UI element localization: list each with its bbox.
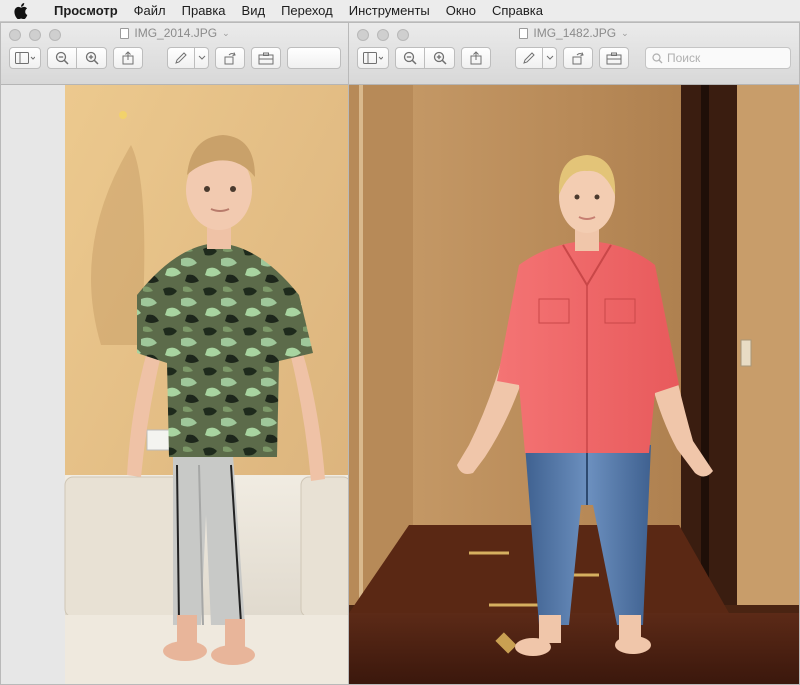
window-title-text: IMG_1482.JPG — [533, 26, 617, 40]
toolbox-icon — [258, 52, 274, 64]
window-title[interactable]: IMG_1482.JPG ⌄ — [349, 26, 799, 40]
markup-icon — [523, 52, 535, 64]
toolbox-button[interactable] — [251, 47, 281, 69]
menu-file[interactable]: Файл — [126, 0, 174, 22]
menu-window[interactable]: Окно — [438, 0, 484, 22]
menu-go[interactable]: Переход — [273, 0, 341, 22]
document-icon — [120, 27, 130, 39]
window-titlebar: IMG_1482.JPG ⌄ Поиск — [349, 23, 799, 85]
rotate-button[interactable] — [563, 47, 593, 69]
window-toolbar — [9, 45, 341, 71]
zoom-in-icon — [433, 51, 447, 65]
toolbox-icon — [606, 52, 622, 64]
chevron-down-icon — [546, 55, 553, 60]
window-titlebar: IMG_2014.JPG ⌄ — [1, 23, 349, 85]
share-button[interactable] — [113, 47, 143, 69]
menu-help[interactable]: Справка — [484, 0, 551, 22]
chevron-down-icon: ⌄ — [222, 27, 230, 38]
rotate-button[interactable] — [215, 47, 245, 69]
image-canvas[interactable] — [1, 85, 349, 684]
image-canvas[interactable] — [349, 85, 799, 684]
window-toolbar: Поиск — [357, 45, 791, 71]
chevron-down-icon — [198, 55, 205, 60]
zoom-out-icon — [403, 51, 417, 65]
menu-view[interactable]: Вид — [234, 0, 274, 22]
toolbar-overflow[interactable] — [287, 47, 341, 69]
menu-bar: Просмотр Файл Правка Вид Переход Инструм… — [0, 0, 800, 22]
zoom-in-icon — [85, 51, 99, 65]
apple-icon[interactable] — [14, 0, 32, 22]
document-icon — [519, 27, 529, 39]
search-icon — [652, 52, 663, 63]
menu-edit[interactable]: Правка — [174, 0, 234, 22]
chevron-down-icon: ⌄ — [621, 27, 629, 38]
markup-menu-button[interactable] — [543, 47, 557, 69]
markup-menu-button[interactable] — [195, 47, 209, 69]
rotate-icon — [572, 52, 584, 65]
sidebar-icon — [363, 52, 383, 64]
rotate-icon — [224, 52, 236, 65]
sidebar-toggle-button[interactable] — [9, 47, 41, 69]
zoom-out-icon — [55, 51, 69, 65]
zoom-in-button[interactable] — [77, 47, 107, 69]
toolbox-button[interactable] — [599, 47, 629, 69]
menu-tools[interactable]: Инструменты — [341, 0, 438, 22]
markup-button[interactable] — [167, 47, 195, 69]
search-field[interactable]: Поиск — [645, 47, 791, 69]
share-icon — [122, 51, 134, 65]
zoom-in-button[interactable] — [425, 47, 455, 69]
photo-woman — [349, 85, 799, 684]
photo-boy — [1, 85, 349, 684]
sidebar-toggle-button[interactable] — [357, 47, 389, 69]
markup-button[interactable] — [515, 47, 543, 69]
preview-window-left: IMG_2014.JPG ⌄ — [0, 22, 350, 685]
search-placeholder: Поиск — [667, 51, 701, 65]
window-title[interactable]: IMG_2014.JPG ⌄ — [1, 26, 349, 40]
share-button[interactable] — [461, 47, 491, 69]
zoom-out-button[interactable] — [47, 47, 77, 69]
menu-app-name[interactable]: Просмотр — [46, 0, 126, 22]
share-icon — [470, 51, 482, 65]
sidebar-icon — [15, 52, 35, 64]
preview-window-right: IMG_1482.JPG ⌄ Поиск — [348, 22, 800, 685]
zoom-out-button[interactable] — [395, 47, 425, 69]
window-title-text: IMG_2014.JPG — [134, 26, 218, 40]
markup-icon — [175, 52, 187, 64]
